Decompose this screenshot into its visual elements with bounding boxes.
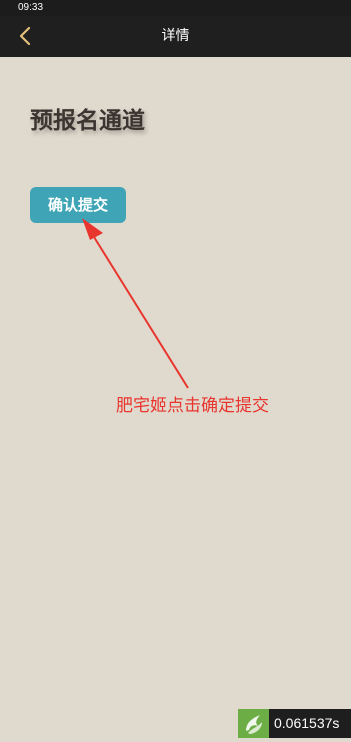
page-header-title: 详情 — [161, 28, 190, 44]
nav-bar: 详情 — [0, 16, 351, 57]
app-logo-icon — [238, 709, 269, 738]
confirm-submit-button[interactable]: 确认提交 — [30, 187, 126, 223]
page-content: 预报名通道 确认提交 肥宅姬点击确定提交 — [0, 57, 351, 738]
chevron-left-icon — [19, 27, 31, 45]
timer-value: 0.061537s — [274, 715, 340, 731]
timer-badge: 0.061537s — [238, 709, 351, 738]
status-time: 09:33 — [18, 2, 44, 13]
annotation-text: 肥宅姬点击确定提交 — [116, 396, 269, 416]
page-title: 预报名通道 — [30, 108, 145, 134]
back-button[interactable] — [12, 22, 40, 50]
status-bar: 09:33 — [0, 0, 351, 16]
